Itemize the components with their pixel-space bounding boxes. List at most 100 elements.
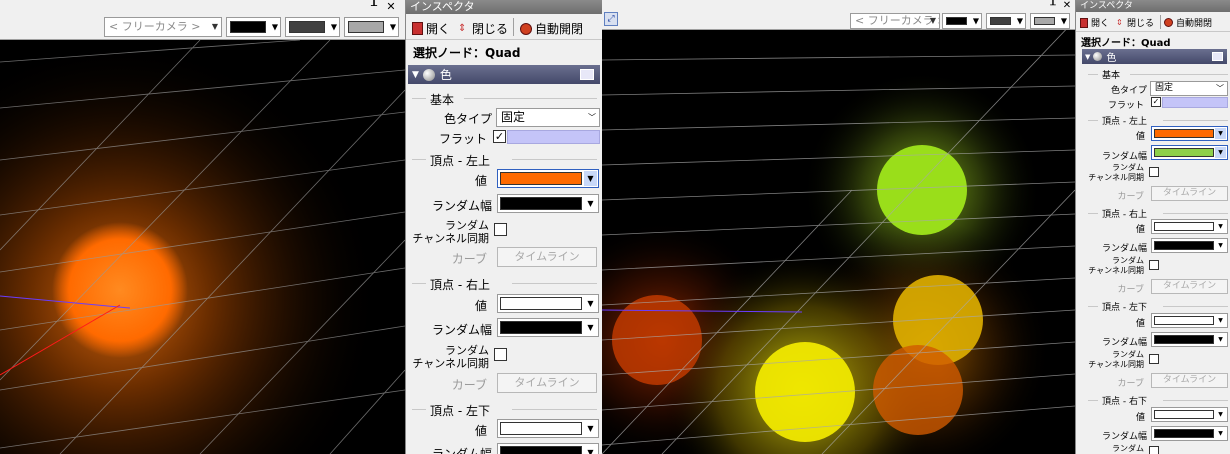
auto-open-button-label: 自動開閉 bbox=[535, 22, 584, 36]
axis-color-dropdown[interactable]: ▼ bbox=[344, 17, 399, 37]
chevron-down-icon: ▼ bbox=[587, 323, 594, 332]
chevron-down-icon: ▼ bbox=[587, 424, 594, 433]
random-sync-checkbox[interactable] bbox=[1149, 446, 1159, 454]
color-type-select[interactable]: 固定 ﹀ bbox=[1150, 81, 1228, 96]
expand-triangle-icon: ▼ bbox=[412, 69, 419, 80]
flat-highlight bbox=[1162, 97, 1228, 108]
maximize-icon[interactable]: ⤢ bbox=[604, 12, 618, 26]
chevron-down-icon: ▼ bbox=[1218, 317, 1223, 324]
random-width-label: ランダム幅 bbox=[1101, 244, 1147, 254]
value-label: 値 bbox=[1135, 319, 1145, 329]
chevron-down-icon: ▼ bbox=[1060, 16, 1067, 26]
chevron-down-icon: ﹀ bbox=[588, 113, 596, 122]
curve-label: カーブ bbox=[1117, 379, 1144, 389]
color-swatch bbox=[990, 17, 1011, 25]
value-color-picker[interactable]: ▼ bbox=[1151, 219, 1228, 234]
random-width-color-picker[interactable]: ▼ bbox=[1151, 238, 1228, 253]
color-section-header[interactable]: ▼ 色 bbox=[408, 65, 600, 84]
selected-node-label: 選択ノード：Quad bbox=[1081, 38, 1171, 49]
settings-icon[interactable] bbox=[580, 69, 594, 80]
background-color-dropdown[interactable]: ▼ bbox=[226, 17, 281, 37]
close-all-button-label: 閉じる bbox=[1127, 19, 1155, 29]
color-swatch bbox=[1154, 316, 1214, 325]
open-button-label: 開く bbox=[426, 22, 451, 36]
toolbar-separator bbox=[1160, 15, 1161, 29]
auto-open-button-label: 自動開閉 bbox=[1176, 19, 1213, 29]
random-width-color-picker[interactable]: ▼ bbox=[497, 443, 599, 454]
value-color-picker[interactable]: ▼ bbox=[497, 294, 599, 313]
axis-color-dropdown[interactable]: ▼ bbox=[1030, 13, 1070, 29]
chevron-down-icon: ▼ bbox=[211, 22, 218, 31]
random-width-label: ランダム幅 bbox=[431, 447, 492, 454]
color-swatch bbox=[1154, 148, 1214, 157]
vertex-top-right-group: 頂点 - 右上 bbox=[412, 276, 597, 292]
timeline-button[interactable]: タイムライン bbox=[1151, 279, 1228, 294]
color-type-select[interactable]: 固定 ﹀ bbox=[496, 108, 600, 127]
flat-checkbox[interactable]: ✓ bbox=[493, 130, 506, 143]
timeline-button[interactable]: タイムライン bbox=[1151, 186, 1228, 201]
random-width-color-picker[interactable]: ▼ bbox=[497, 318, 599, 337]
chevron-down-icon: ▼ bbox=[1218, 242, 1223, 249]
random-sync-checkbox[interactable] bbox=[1149, 260, 1159, 270]
auto-open-button[interactable]: 自動開閉 bbox=[520, 20, 583, 37]
background-color-dropdown[interactable]: ▼ bbox=[942, 13, 982, 29]
value-color-picker[interactable]: ▼ bbox=[1151, 407, 1228, 422]
timeline-button[interactable]: タイムライン bbox=[1151, 373, 1228, 388]
chevron-down-icon: ▼ bbox=[587, 199, 594, 208]
random-sync-checkbox[interactable] bbox=[1149, 167, 1159, 177]
camera-select[interactable]: < フリーカメラ > ▼ bbox=[104, 17, 222, 37]
random-width-color-picker[interactable]: ▼ bbox=[1151, 145, 1228, 160]
color-type-value: 固定 bbox=[501, 110, 526, 124]
vertex-group-label: 頂点 - 右下 bbox=[1102, 397, 1147, 407]
toolbar-separator bbox=[513, 18, 514, 36]
value-color-picker[interactable]: ▼ bbox=[497, 419, 599, 438]
timeline-button[interactable]: タイムライン bbox=[497, 373, 597, 393]
left-viewport[interactable]: ┸ ✕ < フリーカメラ > ▼ ▼ ▼ ▼ bbox=[0, 0, 405, 454]
left-inspector-panel: インスペクタ 開く ⇕ 閉じる 自動開閉 選択ノード：Quad ▼ 色 基本 色… bbox=[405, 0, 602, 454]
color-sphere-icon bbox=[1093, 52, 1103, 61]
open-button[interactable]: 開く bbox=[412, 20, 450, 37]
pin-icon[interactable]: ┸ bbox=[368, 0, 380, 14]
auto-open-button[interactable]: 自動開閉 bbox=[1164, 16, 1212, 29]
color-swatch bbox=[500, 422, 582, 435]
random-sync-checkbox[interactable] bbox=[1149, 354, 1159, 364]
random-width-color-picker[interactable]: ▼ bbox=[497, 194, 599, 213]
chevron-down-icon: ▼ bbox=[1016, 16, 1023, 26]
vertex-bottom-left-group: 頂点 - 左下 bbox=[412, 402, 597, 418]
value-color-picker[interactable]: ▼ bbox=[1151, 313, 1228, 328]
color-swatch bbox=[500, 321, 582, 334]
settings-icon[interactable] bbox=[1212, 52, 1223, 61]
chevron-down-icon: ▼ bbox=[1218, 430, 1223, 437]
random-width-color-picker[interactable]: ▼ bbox=[1151, 332, 1228, 347]
close-icon[interactable]: ✕ bbox=[384, 0, 398, 14]
value-color-picker[interactable]: ▼ bbox=[497, 169, 599, 188]
random-sync-label-2: チャンネル同期 bbox=[412, 232, 489, 245]
random-sync-label-2: チャンネル同期 bbox=[1088, 173, 1144, 182]
grid-color-dropdown[interactable]: ▼ bbox=[285, 17, 340, 37]
random-sync-checkbox[interactable] bbox=[494, 223, 507, 236]
curve-label: カーブ bbox=[451, 252, 487, 266]
flat-checkbox[interactable]: ✓ bbox=[1151, 97, 1161, 107]
random-width-color-picker[interactable]: ▼ bbox=[1151, 426, 1228, 441]
basic-group: 基本 bbox=[412, 91, 597, 107]
open-button[interactable]: 開く bbox=[1080, 16, 1109, 29]
vertex-bottom-right-group: 頂点 - 右下 bbox=[1088, 394, 1228, 407]
close-all-button[interactable]: ⇕ 閉じる bbox=[458, 20, 508, 37]
camera-select[interactable]: < フリーカメラ > ▼ bbox=[850, 13, 940, 29]
close-icon[interactable]: ✕ bbox=[1061, 0, 1073, 12]
color-section-header[interactable]: ▼ 色 bbox=[1082, 49, 1227, 64]
vertex-bottom-left-group: 頂点 - 左下 bbox=[1088, 300, 1228, 313]
right-viewport[interactable]: ⤢ < フリーカメラ > ▼ ▼ ▼ ▼ ┸ ✕ bbox=[602, 0, 1075, 454]
timeline-button[interactable]: タイムライン bbox=[497, 247, 597, 267]
random-sync-checkbox[interactable] bbox=[494, 348, 507, 361]
random-width-label: ランダム幅 bbox=[1101, 432, 1147, 442]
value-color-picker[interactable]: ▼ bbox=[1151, 126, 1228, 141]
vertex-group-label: 頂点 - 左下 bbox=[430, 404, 490, 418]
basic-group-label: 基本 bbox=[430, 93, 455, 107]
grid-color-dropdown[interactable]: ▼ bbox=[986, 13, 1026, 29]
color-type-label: 色タイプ bbox=[1110, 86, 1147, 96]
pin-icon[interactable]: ┸ bbox=[1047, 0, 1059, 12]
close-all-button[interactable]: ⇕ 閉じる bbox=[1116, 16, 1155, 30]
color-type-label: 色タイプ bbox=[443, 112, 492, 126]
color-swatch bbox=[500, 172, 582, 185]
